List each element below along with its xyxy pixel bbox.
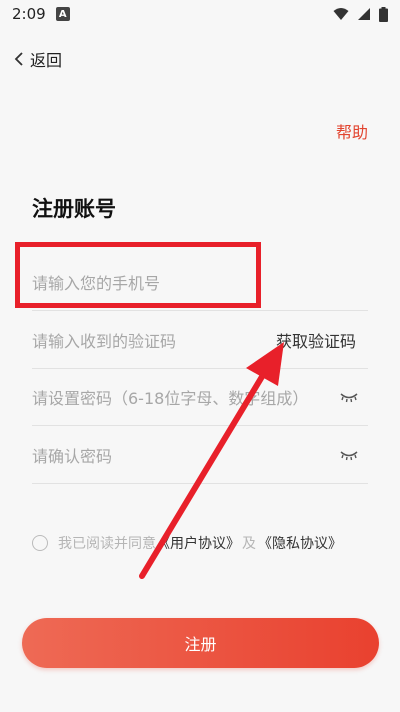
battery-icon [379,6,388,22]
verification-code-input[interactable]: 请输入收到的验证码 获取验证码 [32,311,368,369]
back-label: 返回 [30,51,63,70]
highlight-box [15,242,261,308]
confirm-password-input[interactable]: 请确认密码 [32,426,368,484]
code-placeholder: 请输入收到的验证码 [32,331,177,351]
agreement-text: 我已阅读并同意 [58,536,156,552]
status-right [333,6,388,22]
eye-closed-icon[interactable] [340,390,358,404]
password-input[interactable]: 请设置密码（6-18位字母、数字组成） [32,368,368,426]
eye-closed-icon[interactable] [340,448,358,462]
signal-icon [358,8,370,20]
user-agreement-link[interactable]: 《用户协议》 [156,533,240,553]
help-link[interactable]: 帮助 [336,119,368,143]
status-bar: 2:09 A [0,0,400,28]
password-placeholder: 请设置密码（6-18位字母、数字组成） [32,388,309,408]
page-title: 注册账号 [32,197,116,221]
agreement-radio[interactable] [32,535,48,551]
notification-icon: A [55,7,70,21]
wifi-icon [333,8,349,20]
agreement-and: 及 [242,536,256,552]
confirm-placeholder: 请确认密码 [32,446,113,466]
chevron-left-icon [14,52,23,66]
status-left: 2:09 A [12,5,70,23]
get-code-button[interactable]: 获取验证码 [276,328,356,352]
status-time: 2:09 [12,5,46,23]
register-button[interactable]: 注册 [22,618,379,668]
agreement-row: 我已阅读并同意 《用户协议》 及 《隐私协议》 [32,533,342,553]
back-button[interactable]: 返回 [14,46,62,72]
privacy-policy-link[interactable]: 《隐私协议》 [258,533,342,553]
